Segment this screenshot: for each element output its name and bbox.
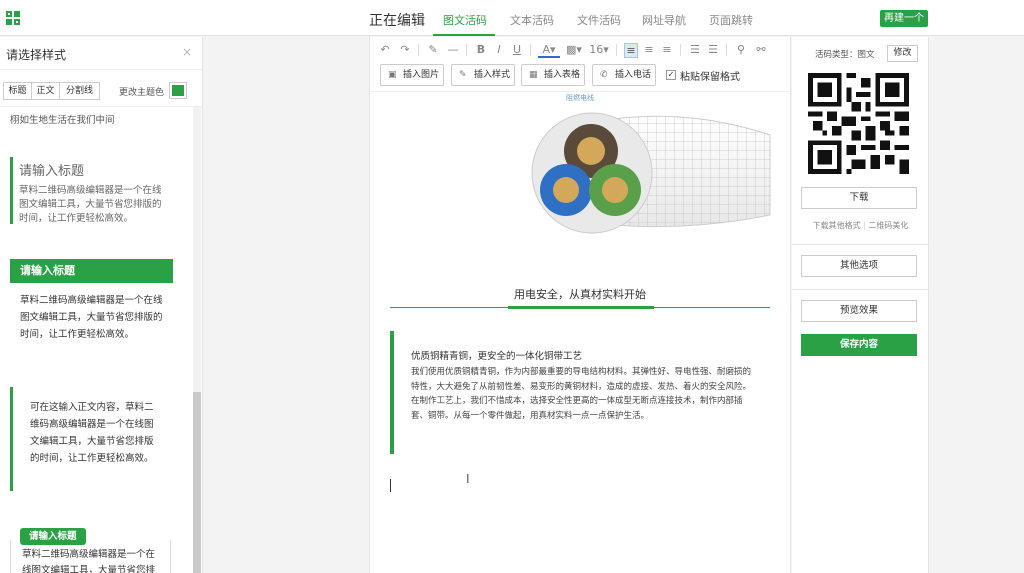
style4-body[interactable]: 草料二维码高级编辑器是一个在线图文编辑工具，大量节省您排 <box>22 547 162 573</box>
style1-title[interactable]: 请输入标题 <box>19 160 84 179</box>
font-color-icon[interactable]: A▾ <box>538 43 560 58</box>
style3-body[interactable]: 可在这输入正文内容，草料二维码高级编辑器是一个在线图文编辑工具，大量节省您排版的… <box>30 399 160 467</box>
tab-file-code[interactable]: 文件活码 <box>577 12 621 28</box>
code-type-label: 活码类型：图文 <box>815 50 875 60</box>
article-body[interactable]: 我们使用优质铜精青铜，作为内部最重要的导电结构材料。其弹性好、导电性强、耐磨损的… <box>411 365 757 423</box>
other-options-button[interactable]: 其他选项 <box>801 255 917 277</box>
underline-icon[interactable]: U <box>510 43 524 56</box>
link-icon[interactable]: ⚲ <box>734 43 748 56</box>
divider <box>792 289 929 290</box>
segment-heading[interactable]: 标题 <box>3 82 32 100</box>
italic-icon[interactable]: I <box>492 43 506 56</box>
scrollbar-thumb[interactable] <box>193 392 201 573</box>
theme-color-swatch <box>172 85 184 96</box>
mouse-ibeam-icon: I <box>466 472 470 486</box>
table-icon: ▦ <box>529 70 538 80</box>
bold-icon[interactable]: B <box>474 43 488 56</box>
article-title[interactable]: 优质铜精青铜，更安全的一体化铜带工艺 <box>411 348 582 362</box>
page-title: 正在编辑 <box>369 13 425 29</box>
theme-color-picker[interactable] <box>169 82 187 99</box>
other-formats-link[interactable]: 下载其他格式 <box>813 221 861 230</box>
style2-title[interactable]: 请输入标题 <box>10 259 173 283</box>
insert-table-label: 插入表格 <box>544 70 581 80</box>
app-logo-icon[interactable] <box>6 11 20 25</box>
insert-image-label: 插入图片 <box>403 70 440 80</box>
tab-text-code[interactable]: 文本活码 <box>510 12 554 28</box>
align-left-icon[interactable]: ≡ <box>624 43 638 58</box>
tab-image-text-code[interactable]: 图文活码 <box>443 12 487 28</box>
paste-format-checkbox[interactable]: ✓ <box>666 70 676 80</box>
horizontal-rule-icon[interactable]: — <box>446 43 460 56</box>
ordered-list-icon[interactable]: ☰ <box>688 43 702 56</box>
toolbar-divider <box>418 44 419 56</box>
create-another-button[interactable]: 再建一个 <box>880 10 928 27</box>
active-tab-indicator <box>433 34 495 36</box>
banner-accent <box>508 306 654 309</box>
insert-table-button[interactable]: ▦ 插入表格 <box>521 64 585 86</box>
segment-divider[interactable]: 分割线 <box>59 82 100 100</box>
align-center-icon[interactable]: ≡ <box>642 43 656 56</box>
divider <box>0 106 202 107</box>
format-painter-icon[interactable]: ✎ <box>426 43 440 56</box>
beautify-link[interactable]: 二维码美化 <box>868 221 908 230</box>
style-panel: 请选择样式 × 标题 正文 分割线 更改主题色 栩如生地生活在我们中间 请输入标… <box>0 37 203 573</box>
modify-button[interactable]: 修改 <box>887 45 918 62</box>
toolbar-divider <box>726 44 727 56</box>
segment-body[interactable]: 正文 <box>31 82 60 100</box>
style2-body[interactable]: 草料二维码高级编辑器是一个在线图文编辑工具，大量节省您排版的时间，让工作更轻松高… <box>20 292 165 343</box>
unlink-icon[interactable]: ⚯ <box>754 43 768 56</box>
style1-accent-bar <box>10 157 13 224</box>
content-editor[interactable]: ↶ ↷ ✎ — B I U A▾ ▩▾ 16▾ ≡ ≡ ≡ ☰ ☰ ⚲ ⚯ ▣ 插… <box>369 37 791 573</box>
save-content-button[interactable]: 保存内容 <box>801 334 917 356</box>
toolbar-divider <box>616 44 617 56</box>
image-icon: ▣ <box>388 70 397 80</box>
article-accent-bar <box>390 331 394 454</box>
redo-icon[interactable]: ↷ <box>398 43 412 56</box>
insert-style-button[interactable]: ✎ 插入样式 <box>451 64 515 86</box>
insert-image-button[interactable]: ▣ 插入图片 <box>380 64 444 86</box>
style1-body[interactable]: 草料二维码高级编辑器是一个在线图文编辑工具，大量节省您排版的时间，让工作更轻松高… <box>19 184 169 226</box>
section-banner-title[interactable]: 用电安全，从真材实料开始 <box>370 286 790 302</box>
text-cursor <box>390 479 391 492</box>
qr-panel: 活码类型：图文 修改 下载 下载其他格式 | 二维码美化 其他选项 预览效果 保… <box>792 37 929 573</box>
align-right-icon[interactable]: ≡ <box>660 43 674 56</box>
divider <box>0 69 202 70</box>
divider <box>792 244 929 245</box>
toolbar-divider <box>680 44 681 56</box>
cable-product-image[interactable] <box>530 105 775 235</box>
download-links: 下载其他格式 | 二维码美化 <box>792 220 929 231</box>
preview-button[interactable]: 预览效果 <box>801 300 917 322</box>
tab-page-redirect[interactable]: 页面跳转 <box>709 12 753 28</box>
paste-format-label[interactable]: 粘贴保留格式 <box>680 68 740 83</box>
wand-icon: ✎ <box>459 70 467 80</box>
editor-toolbar: ↶ ↷ ✎ — B I U A▾ ▩▾ 16▾ ≡ ≡ ≡ ☰ ☰ ⚲ ⚯ ▣ 插… <box>370 37 790 92</box>
font-size-value: 16 <box>589 43 604 56</box>
style4-title[interactable]: 请输入标题 <box>20 528 86 545</box>
style-snippet-text[interactable]: 栩如生地生活在我们中间 <box>10 112 115 126</box>
download-button[interactable]: 下载 <box>801 187 917 209</box>
font-size-select[interactable]: 16▾ <box>588 43 610 56</box>
tab-url-nav[interactable]: 网址导航 <box>642 12 686 28</box>
style3-accent-bar <box>10 387 13 491</box>
insert-phone-label: 插入电话 <box>615 70 652 80</box>
toolbar-divider <box>466 44 467 56</box>
toolbar-divider <box>530 44 531 56</box>
insert-style-label: 插入样式 <box>474 70 511 80</box>
close-icon[interactable]: × <box>182 45 192 59</box>
theme-color-label: 更改主题色 <box>119 88 165 98</box>
phone-icon: ✆ <box>600 70 608 80</box>
style-panel-title: 请选择样式 <box>6 48 67 62</box>
top-bar: 正在编辑 图文活码 文本活码 文件活码 网址导航 页面跳转 再建一个 <box>0 0 1024 36</box>
image-caption: 阻燃电线 <box>566 94 594 102</box>
unordered-list-icon[interactable]: ☰ <box>706 43 720 56</box>
insert-phone-button[interactable]: ✆ 插入电话 <box>592 64 656 86</box>
background-color-icon[interactable]: ▩▾ <box>564 43 584 56</box>
undo-icon[interactable]: ↶ <box>378 43 392 56</box>
qr-code <box>808 73 909 174</box>
